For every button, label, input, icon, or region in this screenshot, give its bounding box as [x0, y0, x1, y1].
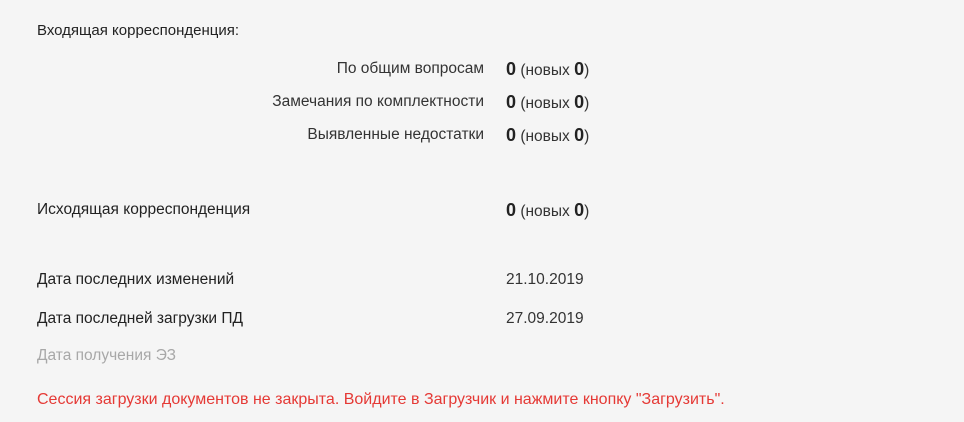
incoming-completeness-value: 0 (новых 0) — [506, 91, 589, 115]
incoming-general-new-count: 0 — [574, 59, 585, 79]
incoming-completeness-new-suffix: ) — [584, 95, 590, 112]
outgoing-count: 0 — [506, 200, 517, 220]
incoming-defects-count: 0 — [506, 125, 517, 145]
ez-received-row: Дата получения ЭЗ — [0, 345, 964, 367]
outgoing-label: Исходящая корреспонденция — [37, 201, 251, 218]
incoming-row-defects: Выявленные недостатки 0 (новых 0) — [0, 124, 964, 146]
incoming-row-completeness: Замечания по комплектности 0 (новых 0) — [0, 91, 964, 113]
outgoing-new-suffix: ) — [584, 203, 590, 220]
last-changes-row: Дата последних изменений 21.10.2019 — [0, 269, 964, 291]
correspondence-summary-panel: Входящая корреспонденция: По общим вопро… — [0, 0, 964, 422]
incoming-defects-new-suffix: ) — [584, 128, 590, 145]
incoming-defects-label: Выявленные недостатки — [307, 126, 484, 143]
incoming-completeness-new-prefix: (новых — [520, 95, 575, 112]
outgoing-new-count: 0 — [574, 200, 585, 220]
last-pd-upload-label: Дата последней загрузки ПД — [37, 310, 243, 327]
ez-received-label: Дата получения ЭЗ — [37, 347, 177, 364]
incoming-general-new-suffix: ) — [584, 62, 590, 79]
outgoing-value: 0 (новых 0) — [506, 199, 589, 223]
last-changes-value: 21.10.2019 — [506, 271, 584, 288]
incoming-general-count: 0 — [506, 59, 517, 79]
last-pd-upload-value: 27.09.2019 — [506, 310, 584, 327]
last-changes-label: Дата последних изменений — [37, 271, 235, 288]
incoming-defects-new-prefix: (новых — [520, 128, 575, 145]
outgoing-row: Исходящая корреспонденция 0 (новых 0) — [0, 199, 964, 221]
incoming-completeness-count: 0 — [506, 92, 517, 112]
incoming-row-general: По общим вопросам 0 (новых 0) — [0, 58, 964, 80]
outgoing-new-prefix: (новых — [520, 203, 575, 220]
incoming-general-value: 0 (новых 0) — [506, 58, 589, 82]
incoming-defects-value: 0 (новых 0) — [506, 124, 589, 148]
last-pd-upload-row: Дата последней загрузки ПД 27.09.2019 — [0, 308, 964, 330]
incoming-general-new-prefix: (новых — [520, 62, 575, 79]
incoming-general-label: По общим вопросам — [336, 60, 484, 77]
incoming-completeness-new-count: 0 — [574, 92, 585, 112]
incoming-defects-new-count: 0 — [574, 125, 585, 145]
incoming-completeness-label: Замечания по комплектности — [272, 93, 484, 110]
upload-session-warning: Сессия загрузки документов не закрыта. В… — [37, 391, 725, 408]
incoming-correspondence-title: Входящая корреспонденция: — [37, 22, 240, 39]
